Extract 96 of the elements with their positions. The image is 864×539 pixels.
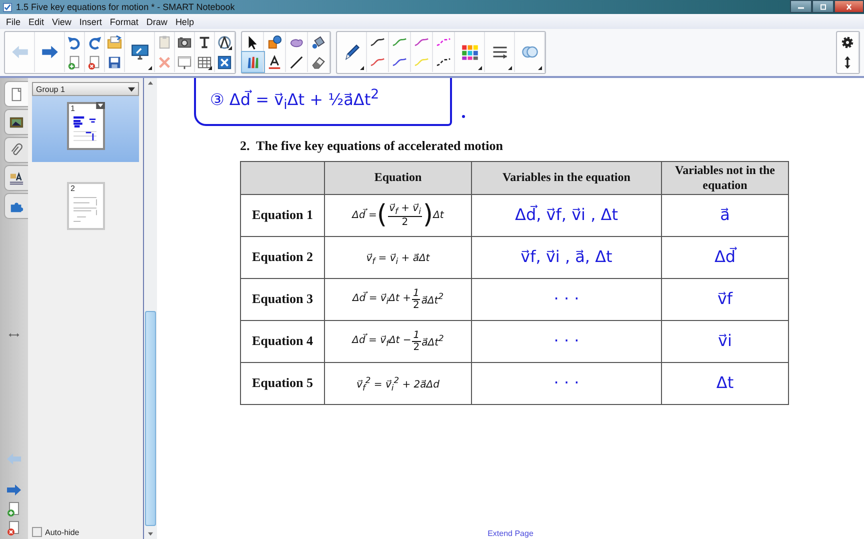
- delete-page-icon: [87, 54, 102, 70]
- attachments-icon: [9, 142, 24, 158]
- eraser-icon: [311, 54, 326, 70]
- paste-icon: [157, 34, 172, 50]
- menu-item[interactable]: File: [2, 16, 25, 26]
- table-button[interactable]: [195, 52, 215, 72]
- properties-icon: [9, 170, 24, 186]
- properties-tab[interactable]: [4, 165, 28, 191]
- menu-item[interactable]: Draw: [142, 16, 172, 26]
- group-dropdown[interactable]: Group 1: [32, 82, 139, 96]
- page-thumbnail[interactable]: 2: [66, 182, 104, 230]
- maximize-icon: [818, 4, 828, 10]
- handwritten-note: · · ·: [554, 331, 580, 350]
- save-icon: [107, 54, 122, 70]
- undo-icon: [67, 34, 82, 50]
- notebook-icon: [3, 2, 12, 12]
- delete-page-icon[interactable]: [6, 520, 22, 536]
- page-sorter-icon: [9, 86, 24, 102]
- handwritten-note: · · ·: [554, 373, 580, 392]
- screen-shade-icon: [177, 54, 192, 70]
- shapes-icon: [267, 34, 282, 50]
- pens-tool-button[interactable]: [242, 52, 264, 72]
- settings-icon: [840, 34, 855, 50]
- handwritten-note: v⃗i: [718, 331, 732, 350]
- line-icon: [289, 54, 304, 70]
- handwritten-note: v⃗f: [717, 289, 733, 308]
- fill-icon: [311, 34, 326, 50]
- maximize-button[interactable]: [812, 0, 834, 13]
- open-button[interactable]: [105, 32, 125, 52]
- scroll-up-icon[interactable]: [148, 81, 153, 85]
- row-header: Equation 1: [252, 207, 314, 222]
- measurement-icon: [217, 34, 232, 50]
- handwritten-note: Δd⃗, v⃗f, v⃗i , Δt: [515, 205, 618, 224]
- screen-capture-button[interactable]: [175, 32, 195, 52]
- page-thumbnail[interactable]: 1: [66, 102, 104, 150]
- handwritten-equation-box: ③ Δd⃗ = v⃗$_{i}$Δt + ½a⃗Δt$^{2}$: [194, 78, 452, 126]
- page-number: 1: [70, 104, 75, 113]
- delete-icon: [157, 54, 172, 70]
- row-header: Equation 2: [252, 249, 314, 264]
- forward-icon: [40, 43, 58, 61]
- handwritten-note: · · ·: [554, 289, 580, 308]
- scroll-down-icon[interactable]: [148, 532, 153, 536]
- palette-icon: [460, 43, 478, 61]
- undo-button[interactable]: [65, 32, 85, 52]
- full-screen-icon: [217, 54, 232, 70]
- window-title: 1.5 Five key equations for motion * - SMART Notebook: [16, 2, 235, 12]
- handwritten-note: v⃗f, v⃗i , a⃗, Δt: [520, 247, 612, 266]
- page-menu-icon[interactable]: [96, 102, 104, 109]
- row-header: Equation 4: [252, 333, 314, 348]
- pens-icon: [245, 54, 260, 70]
- handwritten-note: Δd⃗: [714, 247, 736, 266]
- row-header: Equation 5: [252, 375, 314, 390]
- page-slot[interactable]: 2: [32, 162, 139, 242]
- handwritten-note: Δt: [716, 373, 734, 392]
- open-icon: [107, 34, 122, 50]
- handwritten-note: a⃗: [720, 205, 730, 224]
- column-header: Variables in the equation: [502, 170, 630, 184]
- ink-dot: [462, 114, 465, 118]
- next-page-icon[interactable]: [6, 482, 22, 498]
- minimize-button[interactable]: [790, 0, 812, 13]
- extend-page-link[interactable]: Extend Page: [488, 529, 534, 539]
- measurement-button[interactable]: [215, 32, 235, 52]
- gallery-icon: [9, 114, 24, 130]
- equation: v⃗$_{f}$ = v⃗$_{i}$ + a⃗Δt: [366, 253, 430, 266]
- scrollbar[interactable]: [143, 78, 157, 539]
- close-button[interactable]: [834, 0, 864, 13]
- redo-icon: [87, 34, 102, 50]
- section-heading: 2. The five key equations of accelerated motion: [240, 138, 504, 154]
- column-header: Equation: [374, 170, 422, 184]
- menu-item[interactable]: View: [48, 16, 76, 26]
- insert-text-icon: [197, 34, 212, 50]
- text-icon: [267, 54, 282, 70]
- pen-icon: [342, 43, 360, 61]
- row-header: Equation 3: [252, 291, 314, 306]
- menu-item[interactable]: Edit: [24, 16, 48, 26]
- auto-hide-checkbox[interactable]: Auto-hide: [32, 527, 139, 539]
- display-icon: [130, 43, 148, 61]
- close-icon: [844, 4, 854, 10]
- add-page-icon[interactable]: [6, 501, 22, 517]
- screen-capture-icon: [177, 34, 192, 50]
- menu-item[interactable]: Insert: [75, 16, 106, 26]
- scroll-thumb[interactable]: [145, 311, 156, 526]
- menu-item[interactable]: Help: [171, 16, 198, 26]
- gallery-tab[interactable]: [4, 109, 28, 135]
- equation: v⃗$_{f}$$^{2}$ = v⃗$_{i}$$^{2}$ + 2a⃗Δd: [356, 374, 440, 392]
- page-number: 2: [70, 184, 75, 193]
- selected-page-area[interactable]: 1: [32, 96, 139, 162]
- add-page-icon: [67, 54, 82, 70]
- column-header: Variables not in the equation: [675, 163, 775, 192]
- back-icon: [10, 43, 28, 61]
- attachments-tab[interactable]: [4, 137, 28, 163]
- add-ons-tab[interactable]: [4, 193, 28, 219]
- full-screen-button[interactable]: [215, 52, 235, 72]
- page-sorter-tab[interactable]: [4, 81, 28, 107]
- table-icon: [197, 54, 212, 70]
- menu-item[interactable]: Format: [106, 16, 142, 26]
